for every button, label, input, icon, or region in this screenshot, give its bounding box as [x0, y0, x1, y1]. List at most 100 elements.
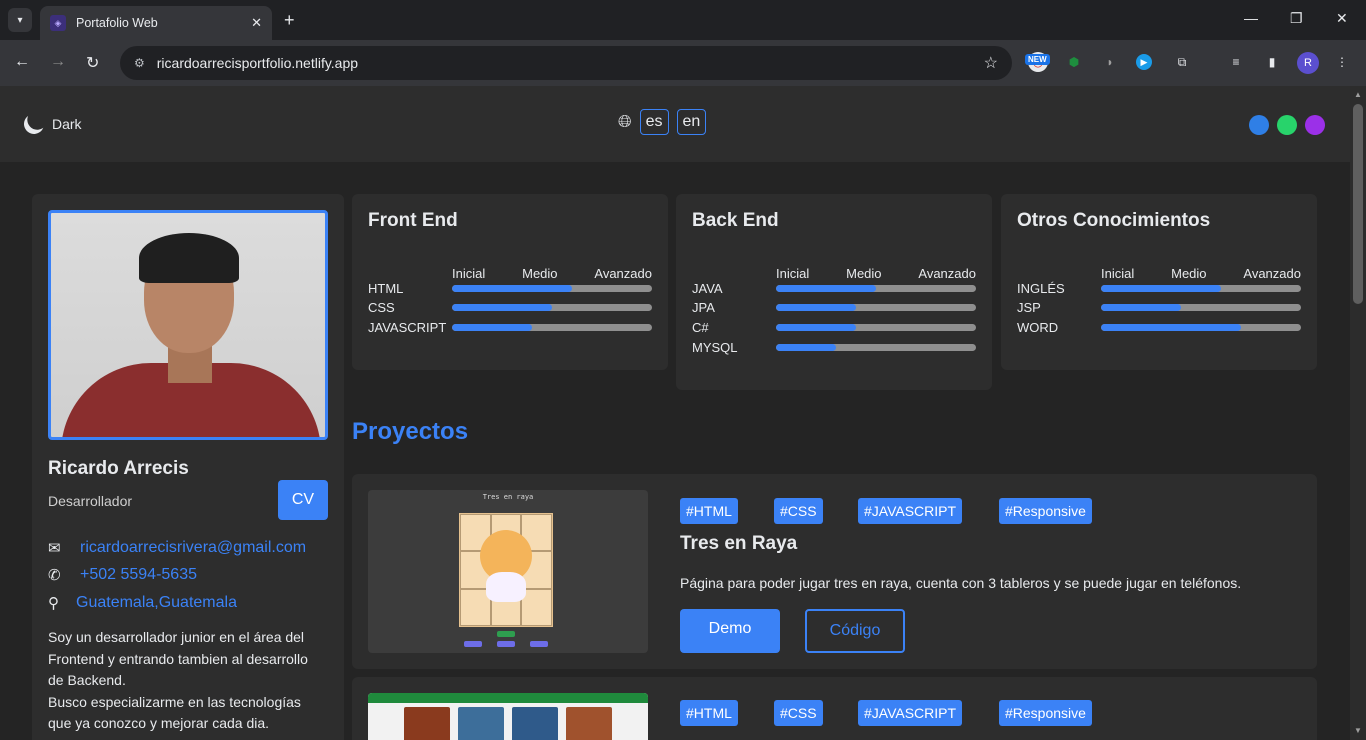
scroll-up-icon[interactable]: ▲: [1354, 90, 1362, 99]
email-link[interactable]: ricardoarrecisrivera@gmail.com: [80, 539, 306, 557]
back-icon[interactable]: ←: [14, 53, 30, 71]
bookmark-star-icon[interactable]: ☆: [984, 53, 998, 73]
skill-row: HTML: [368, 281, 652, 296]
profile-photo: [48, 210, 328, 440]
level-label: Avanzado: [594, 266, 652, 281]
level-label: Inicial: [1101, 266, 1135, 281]
phone-link[interactable]: +502 5594-5635: [80, 566, 197, 584]
skill-levels: Inicial Medio Avanzado: [1101, 266, 1301, 281]
phone-contact[interactable]: ✆ +502 5594-5635: [48, 566, 197, 584]
tag-javascript: #JAVASCRIPT: [858, 498, 963, 524]
side-panel-icon[interactable]: ▮: [1262, 52, 1282, 72]
skill-name: MYSQL: [692, 340, 738, 355]
skill-name: HTML: [368, 281, 404, 296]
scroll-down-icon[interactable]: ▼: [1354, 726, 1362, 735]
forward-icon[interactable]: →: [50, 53, 66, 71]
color-green-option[interactable]: [1277, 115, 1297, 135]
tag-responsive: #Responsive: [999, 700, 1092, 726]
close-tab-icon[interactable]: ✕: [251, 15, 262, 31]
skill-bar: [776, 344, 976, 351]
cv-button[interactable]: CV: [278, 480, 328, 520]
skill-bar: [776, 304, 976, 311]
color-theme-picker: [1249, 115, 1325, 135]
bio-line: de Backend.: [48, 672, 126, 688]
code-button[interactable]: Código: [805, 609, 905, 653]
project-title: Tres en Raya: [680, 533, 798, 554]
restore-icon[interactable]: ❐: [1290, 10, 1303, 27]
skill-bar: [1101, 324, 1301, 331]
tag-html: #HTML: [680, 700, 738, 726]
tab-search-chevron-icon[interactable]: ▾: [8, 8, 32, 32]
bio-line: Soy un desarrollador junior en el área d…: [48, 629, 305, 645]
skill-row: JAVA: [692, 281, 976, 296]
extension-camera-icon[interactable]: ▶: [1136, 54, 1152, 70]
level-label: Inicial: [452, 266, 486, 281]
address-bar[interactable]: ⚙ ricardoarrecisportfolio.netlify.app ☆: [120, 46, 1012, 80]
level-label: Avanzado: [918, 266, 976, 281]
skill-name: JPA: [692, 300, 715, 315]
skill-bar: [452, 304, 652, 311]
bio-line: que ya conozco y mejorar cada dia.: [48, 715, 270, 731]
demo-button[interactable]: Demo: [680, 609, 780, 653]
tag-responsive: #Responsive: [999, 498, 1092, 524]
skill-name: INGLÉS: [1017, 281, 1065, 296]
color-blue-option[interactable]: [1249, 115, 1269, 135]
skill-row: WORD: [1017, 320, 1301, 335]
project-thumbnail[interactable]: Tres en raya: [368, 490, 648, 653]
skill-row: INGLÉS: [1017, 281, 1301, 296]
new-tab-icon[interactable]: +: [284, 10, 295, 31]
skill-levels: Inicial Medio Avanzado: [776, 266, 976, 281]
extension-puzzle-green-icon[interactable]: ⬢: [1064, 52, 1084, 72]
reload-icon[interactable]: ↻: [86, 53, 99, 73]
skill-row: C#: [692, 320, 976, 335]
project-thumbnail[interactable]: [368, 693, 648, 740]
extensions-icon[interactable]: ⧉: [1172, 52, 1192, 72]
tab-title: Portafolio Web: [76, 16, 158, 30]
minimize-icon[interactable]: —: [1244, 10, 1258, 26]
projects-heading: Proyectos: [352, 418, 469, 445]
skill-bar: [776, 324, 976, 331]
thumbnail-title: Tres en raya: [482, 493, 534, 501]
location-link[interactable]: Guatemala,Guatemala: [76, 594, 237, 612]
profile-avatar[interactable]: R: [1297, 52, 1319, 74]
profile-card: Ricardo Arrecis Desarrollador CV ✉ ricar…: [32, 194, 344, 740]
theme-toggle[interactable]: Dark: [24, 114, 82, 134]
level-label: Medio: [1171, 266, 1207, 281]
scroll-thumb[interactable]: [1353, 104, 1363, 304]
skill-name: JAVASCRIPT: [368, 320, 447, 335]
page-scrollbar[interactable]: ▲ ▼: [1350, 86, 1366, 740]
extension-wolf-icon[interactable]: ◗: [1100, 52, 1120, 72]
skill-name: WORD: [1017, 320, 1059, 335]
url-text[interactable]: ricardoarrecisportfolio.netlify.app: [157, 55, 984, 71]
email-contact[interactable]: ✉ ricardoarrecisrivera@gmail.com: [48, 539, 306, 557]
skill-levels: Inicial Medio Avanzado: [452, 266, 652, 281]
browser-toolbar: ← → ↻ ⚙ ricardoarrecisportfolio.netlify.…: [0, 40, 1366, 86]
skill-card-title: Front End: [368, 210, 458, 231]
skill-row: JSP: [1017, 300, 1301, 315]
skill-name: C#: [692, 320, 709, 335]
skills-other-card: Otros Conocimientos Inicial Medio Avanza…: [1001, 194, 1317, 370]
bio-line: Busco especializarme en las tecnologías: [48, 693, 301, 710]
skill-row: MYSQL: [692, 340, 976, 355]
skills-backend-card: Back End Inicial Medio Avanzado JAVA JPA…: [676, 194, 992, 390]
lang-en-button[interactable]: en: [676, 109, 707, 135]
theme-label: Dark: [52, 116, 82, 132]
media-control-icon[interactable]: ≡: [1226, 52, 1246, 72]
bio-line: Frontend y entrando tambien al desarroll…: [48, 650, 308, 667]
skill-row: JAVASCRIPT: [368, 320, 652, 335]
more-menu-icon[interactable]: ⋮: [1332, 52, 1352, 72]
color-purple-option[interactable]: [1305, 115, 1325, 135]
close-window-icon[interactable]: ✕: [1336, 10, 1348, 27]
profile-name: Ricardo Arrecis: [48, 458, 189, 479]
language-switcher: 🌐︎ es en: [618, 109, 707, 135]
skill-bar: [452, 285, 652, 292]
site-settings-icon[interactable]: ⚙: [134, 56, 145, 70]
browser-tab[interactable]: ◈ Portafolio Web ✕: [40, 6, 272, 40]
lang-es-button[interactable]: es: [639, 109, 669, 135]
skill-bar: [776, 285, 976, 292]
location-contact[interactable]: ⚲ Guatemala,Guatemala: [48, 594, 237, 612]
browser-tab-bar: ▾ ◈ Portafolio Web ✕ + — ❐ ✕: [0, 0, 1366, 40]
site-header: Dark 🌐︎ es en: [0, 86, 1350, 162]
skill-bar: [1101, 304, 1301, 311]
page-viewport: Dark 🌐︎ es en Ricardo Arrecis Desarrolla…: [0, 86, 1350, 740]
